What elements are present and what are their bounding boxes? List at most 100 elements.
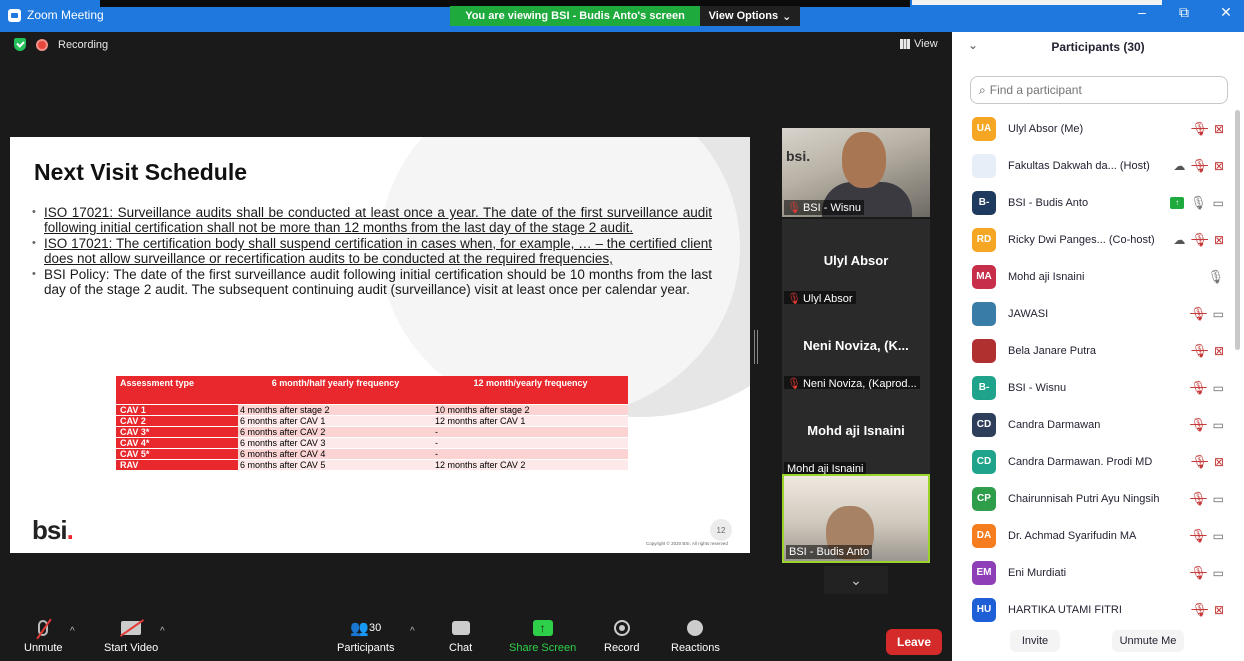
microphone-muted-icon: 🎙 [1191,120,1208,136]
table-cell: CAV 5* [116,447,238,459]
video-options-caret[interactable]: ^ [160,626,165,637]
microphone-muted-icon: 🎙 [1190,379,1207,395]
tile-label: BSI - Budis Anto [786,545,873,559]
tile-label-text: BSI - Budis Anto [789,546,870,558]
video-off-icon: ⊠ [1213,232,1224,247]
participant-name: HARTIKA UTAMI FITRI [1008,603,1122,616]
avatar: UA [972,116,996,141]
tile-label-text: BSI - Wisnu [802,201,862,214]
video-tile[interactable]: Neni Noviza, (K... 🎙 Neni Noviza, (Kaprod… [782,304,930,393]
shield-icon[interactable] [14,38,26,51]
video-tile[interactable]: Mohd aji Isnaini Mohd aji Isnaini [782,389,930,478]
participant-status-icons: 🎙 ⊠ [1191,602,1224,618]
participants-label: Participants [337,642,395,654]
participant-name: Candra Darmawan. Prodi MD [1008,455,1153,468]
video-off-icon: ⊠ [1213,343,1224,358]
microphone-muted-icon: 🎙 [1190,527,1207,543]
microphone-icon: 🎙 [1207,268,1224,284]
participant-row[interactable]: B- BSI - Budis Anto ↑ 🎙 ▭ [952,184,1238,221]
share-screen-button[interactable]: ↑ Share Screen [509,618,576,654]
participant-name: BSI - Wisnu [1008,381,1067,394]
participant-row[interactable]: CD Candra Darmawan. Prodi MD 🎙 ⊠ [952,443,1238,480]
start-video-button[interactable]: Start Video [104,618,158,654]
video-camera-icon: ▭ [1212,491,1224,506]
view-options-button[interactable]: View Options ⌄ [700,6,800,26]
participant-name: Eni Murdiati [1008,566,1067,579]
participant-row[interactable]: DA Dr. Achmad Syarifudin MA 🎙 ▭ [952,517,1238,554]
table-cell: 6 months after CAV 3 [238,436,433,448]
microphone-muted-icon: 🎙 [1191,453,1208,469]
participant-row[interactable]: Bela Janare Putra 🎙 ⊠ [952,332,1238,369]
reactions-button[interactable]: Reactions [671,618,720,654]
table-row: CAV 14 months after stage 2 10 months aft… [116,403,628,415]
table-header-cell: 6 month/half yearly frequency [238,376,433,404]
assessment-table: Assessment type 6 month/half yearly freq… [116,376,628,470]
viewing-banner: You are viewing BSI - Budis Anto's scree… [450,6,800,26]
chat-button[interactable]: Chat [449,618,472,654]
record-label: Record [604,642,640,654]
participant-row[interactable]: JAWASI 🎙 ▭ [952,295,1238,332]
unmute-button[interactable]: Unmute [24,618,63,654]
avatar [972,338,996,363]
video-off-icon: ⊠ [1213,602,1224,617]
table-cell: 12 months after CAV 2 [433,458,628,470]
leave-button[interactable]: Leave [886,629,942,655]
table-cell: CAV 1 [116,403,238,415]
chat-label: Chat [449,642,473,654]
video-camera-icon: ▭ [1212,417,1224,432]
participant-name: JAWASI [1008,307,1049,320]
participant-row[interactable]: B- BSI - Wisnu 🎙 ▭ [952,369,1238,406]
participants-button[interactable]: 👥 30 Participants [337,618,394,654]
chevron-down-icon: ⌄ [850,571,862,588]
tile-name: Neni Noviza, (K... [803,338,909,353]
table-cell: CAV 2 [116,414,238,426]
microphone-muted-icon: 🎙 [1191,157,1208,173]
invite-button[interactable]: Invite [1010,630,1060,652]
participant-row[interactable]: HU HARTIKA UTAMI FITRI 🎙 ⊠ [952,591,1238,628]
tile-label-text: Ulyl Absor [802,292,853,305]
participant-search-input[interactable] [989,83,1210,97]
gallery-resize-handle[interactable] [754,330,758,364]
audio-options-caret[interactable]: ^ [70,626,75,637]
video-tile[interactable]: bsi. 🎙 BSI - Wisnu [782,128,930,217]
participant-row[interactable]: EM Eni Murdiati 🎙 ▭ [952,554,1238,591]
participant-row[interactable]: CP Chairunnisah Putri Ayu Ningsih 🎙 ▭ [952,480,1238,517]
participant-status-icons: ↑ 🎙 ▭ [1170,195,1224,211]
avatar: EM [972,560,996,585]
table-cell: 6 months after CAV 4 [238,447,433,459]
close-button[interactable]: ✕ [1214,4,1238,21]
avatar: B- [972,190,996,215]
view-layout-button[interactable]: View [900,38,938,50]
participant-row[interactable]: MA Mohd aji Isnaini 🎙 [952,258,1238,295]
bsi-logo-text: bsi [32,515,68,545]
microphone-muted-icon: 🎙 [1191,342,1208,358]
tile-name: Ulyl Absor [823,253,889,268]
participant-row[interactable]: UA Ulyl Absor (Me) 🎙 ⊠ [952,110,1238,147]
participant-row[interactable]: CD Candra Darmawan 🎙 ▭ [952,406,1238,443]
unmute-me-button[interactable]: Unmute Me [1112,630,1184,652]
table-cell: - [433,436,628,448]
bullet-item: BSI Policy: The date of the first survei… [32,267,712,297]
participant-row[interactable]: Fakultas Dakwah da... (Host) ☁ 🎙 ⊠ [952,147,1238,184]
video-tile-active-speaker[interactable]: BSI - Budis Anto [782,474,930,563]
participant-search[interactable]: ⌕ [970,76,1228,104]
bsi-logo-dot: . [66,515,74,545]
view-options-label: View Options [708,10,779,22]
gallery-scroll-down-button[interactable]: ⌄ [824,566,888,594]
participant-name: Ricky Dwi Panges... (Co-host) [1008,233,1155,246]
restore-button[interactable]: ⧉ [1172,4,1196,21]
recording-icon [36,38,48,51]
participant-name: Chairunnisah Putri Ayu Ningsih [1008,492,1160,505]
table-cell: 6 months after CAV 1 [238,414,433,426]
participant-name: Mohd aji Isnaini [1008,270,1085,283]
minimize-button[interactable]: – [1130,4,1154,21]
participant-row[interactable]: RD Ricky Dwi Panges... (Co-host) ☁ 🎙 ⊠ [952,221,1238,258]
video-tile[interactable]: Ulyl Absor 🎙 Ulyl Absor [782,219,930,308]
reactions-label: Reactions [671,642,720,654]
grid-icon [900,39,910,49]
table-row: CAV 4* 6 months after CAV 3- [116,436,628,448]
cloud-record-icon: ☁ [1173,232,1186,247]
record-button[interactable]: Record [604,618,639,654]
chat-icon [451,621,470,635]
participants-caret[interactable]: ^ [410,626,415,637]
